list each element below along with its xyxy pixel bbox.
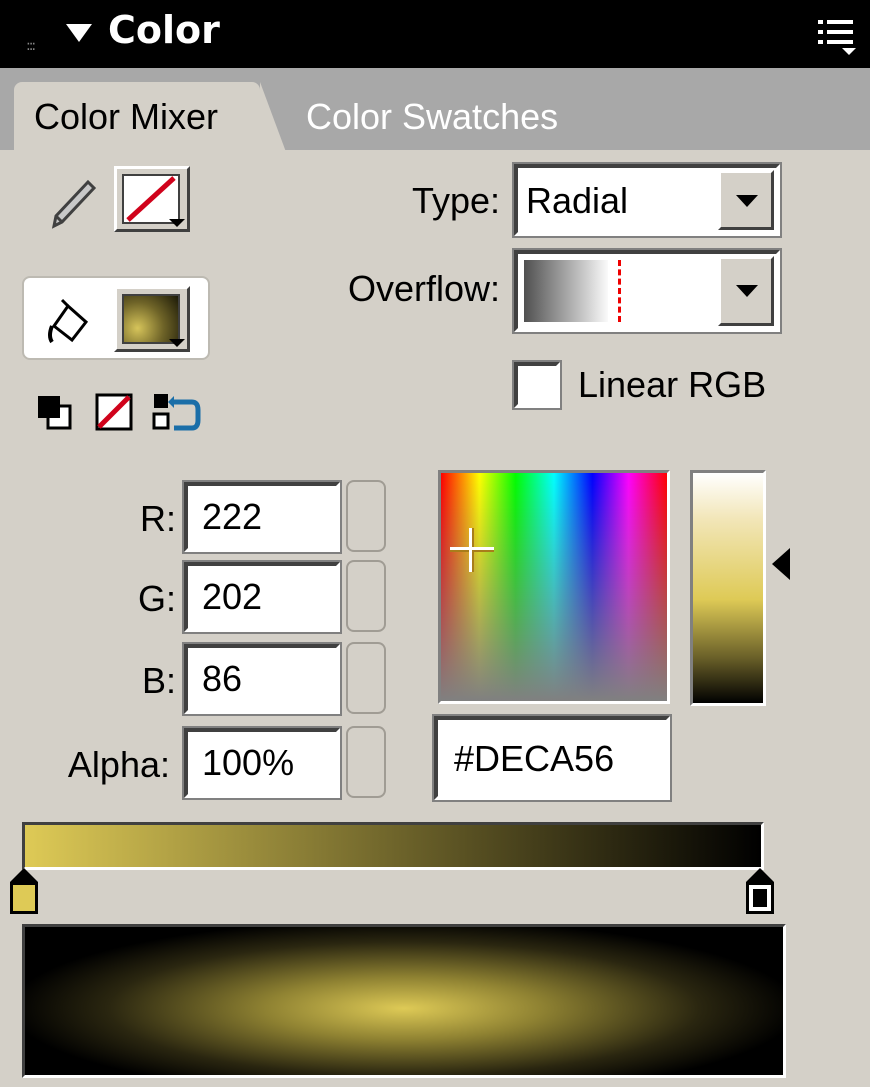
gradient-definition-bar[interactable]: [22, 822, 764, 870]
panel-menu-icon[interactable]: [818, 18, 858, 56]
g-label: G:: [137, 578, 176, 619]
type-label: Type:: [411, 180, 500, 221]
chevron-down-icon: [736, 195, 758, 207]
r-input[interactable]: 222: [182, 480, 342, 554]
hex-input[interactable]: #DECA56: [432, 714, 672, 802]
alpha-slider-button[interactable]: [346, 726, 386, 798]
tab-color-mixer-label[interactable]: Color Mixer: [34, 96, 218, 138]
fill-color-button[interactable]: [114, 286, 190, 352]
brightness-pointer-icon[interactable]: [772, 548, 790, 580]
panel-title: Color: [108, 8, 220, 52]
collapse-arrow-icon[interactable]: [66, 24, 92, 42]
alpha-label: Alpha:: [67, 744, 170, 785]
r-slider-button[interactable]: [346, 480, 386, 552]
color-spectrum[interactable]: [438, 470, 670, 704]
tab-color-swatches[interactable]: Color Swatches: [306, 96, 558, 138]
brightness-slider[interactable]: [690, 470, 766, 706]
linear-rgb-checkbox[interactable]: [512, 360, 562, 410]
overflow-dropdown-button[interactable]: [718, 256, 774, 326]
overflow-preview-marker: [618, 260, 621, 322]
panel-title-bar[interactable]: ::: Color: [0, 0, 870, 68]
no-color-icon: [126, 176, 176, 222]
gradient-pointer-end[interactable]: [746, 868, 774, 918]
type-select-value: Radial: [526, 180, 629, 221]
stroke-color-button[interactable]: [114, 166, 190, 232]
no-color-icon[interactable]: [94, 392, 134, 432]
b-slider-button[interactable]: [346, 642, 386, 714]
overflow-preview-gradient: [524, 260, 608, 322]
chevron-down-icon: [736, 285, 758, 297]
type-select[interactable]: Radial: [512, 162, 782, 238]
overflow-select[interactable]: [512, 248, 782, 334]
g-slider-button[interactable]: [346, 560, 386, 632]
dropdown-arrow-icon: [169, 339, 185, 347]
dropdown-arrow-icon: [169, 219, 185, 227]
gradient-preview: [22, 924, 786, 1078]
paint-bucket-icon: [48, 298, 89, 344]
r-label: R:: [140, 498, 176, 539]
type-dropdown-button[interactable]: [718, 170, 774, 230]
pencil-icon: [51, 179, 97, 229]
overflow-label: Overflow:: [347, 268, 500, 309]
b-input[interactable]: 86: [182, 642, 342, 716]
black-white-icon[interactable]: [34, 392, 74, 432]
linear-rgb-label: Linear RGB: [578, 364, 767, 405]
b-label: B:: [141, 660, 176, 701]
panel-grip-icon[interactable]: :::: [26, 38, 36, 54]
swap-colors-icon[interactable]: [152, 392, 204, 436]
alpha-input[interactable]: 100%: [182, 726, 342, 800]
spectrum-crosshair-icon[interactable]: [450, 528, 494, 572]
gradient-pointer-start[interactable]: [10, 868, 38, 918]
g-input[interactable]: 202: [182, 560, 342, 634]
